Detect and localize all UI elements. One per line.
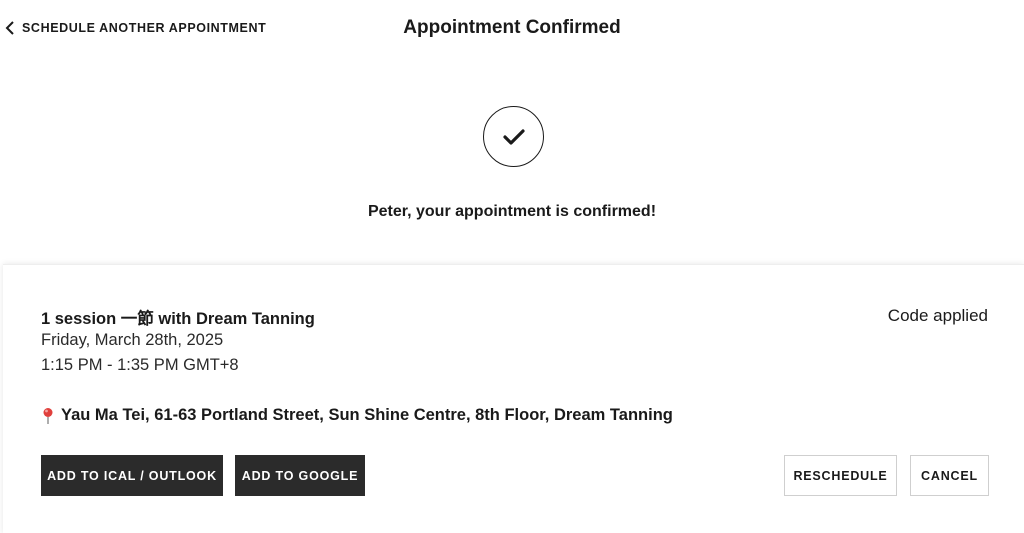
location-text: Yau Ma Tei, 61-63 Portland Street, Sun S… [61, 406, 673, 424]
map-pin-icon [41, 407, 55, 425]
appointment-card: 1 session 一節 with Dream Tanning Friday, … [3, 264, 1024, 533]
appointment-date: Friday, March 28th, 2025 [41, 331, 224, 349]
page-title: Appointment Confirmed [403, 17, 621, 38]
appointment-time: 1:15 PM - 1:35 PM GMT+8 [41, 356, 239, 374]
header: SCHEDULE ANOTHER APPOINTMENT Appointment… [0, 0, 1024, 60]
add-to-google-button[interactable]: ADD TO GOOGLE [235, 455, 365, 496]
service-title: 1 session 一節 with Dream Tanning [41, 310, 315, 328]
reschedule-button[interactable]: RESCHEDULE [784, 455, 897, 496]
confirmation-message: Peter, your appointment is confirmed! [367, 203, 657, 220]
add-to-ical-button[interactable]: ADD TO ICAL / OUTLOOK [41, 455, 223, 496]
cancel-button[interactable]: CANCEL [910, 455, 989, 496]
confirmation-page: SCHEDULE ANOTHER APPOINTMENT Appointment… [0, 0, 1024, 533]
location: Yau Ma Tei, 61-63 Portland Street, Sun S… [41, 406, 673, 425]
code-applied-status: Code applied [887, 306, 988, 325]
checkmark-icon [483, 106, 544, 167]
